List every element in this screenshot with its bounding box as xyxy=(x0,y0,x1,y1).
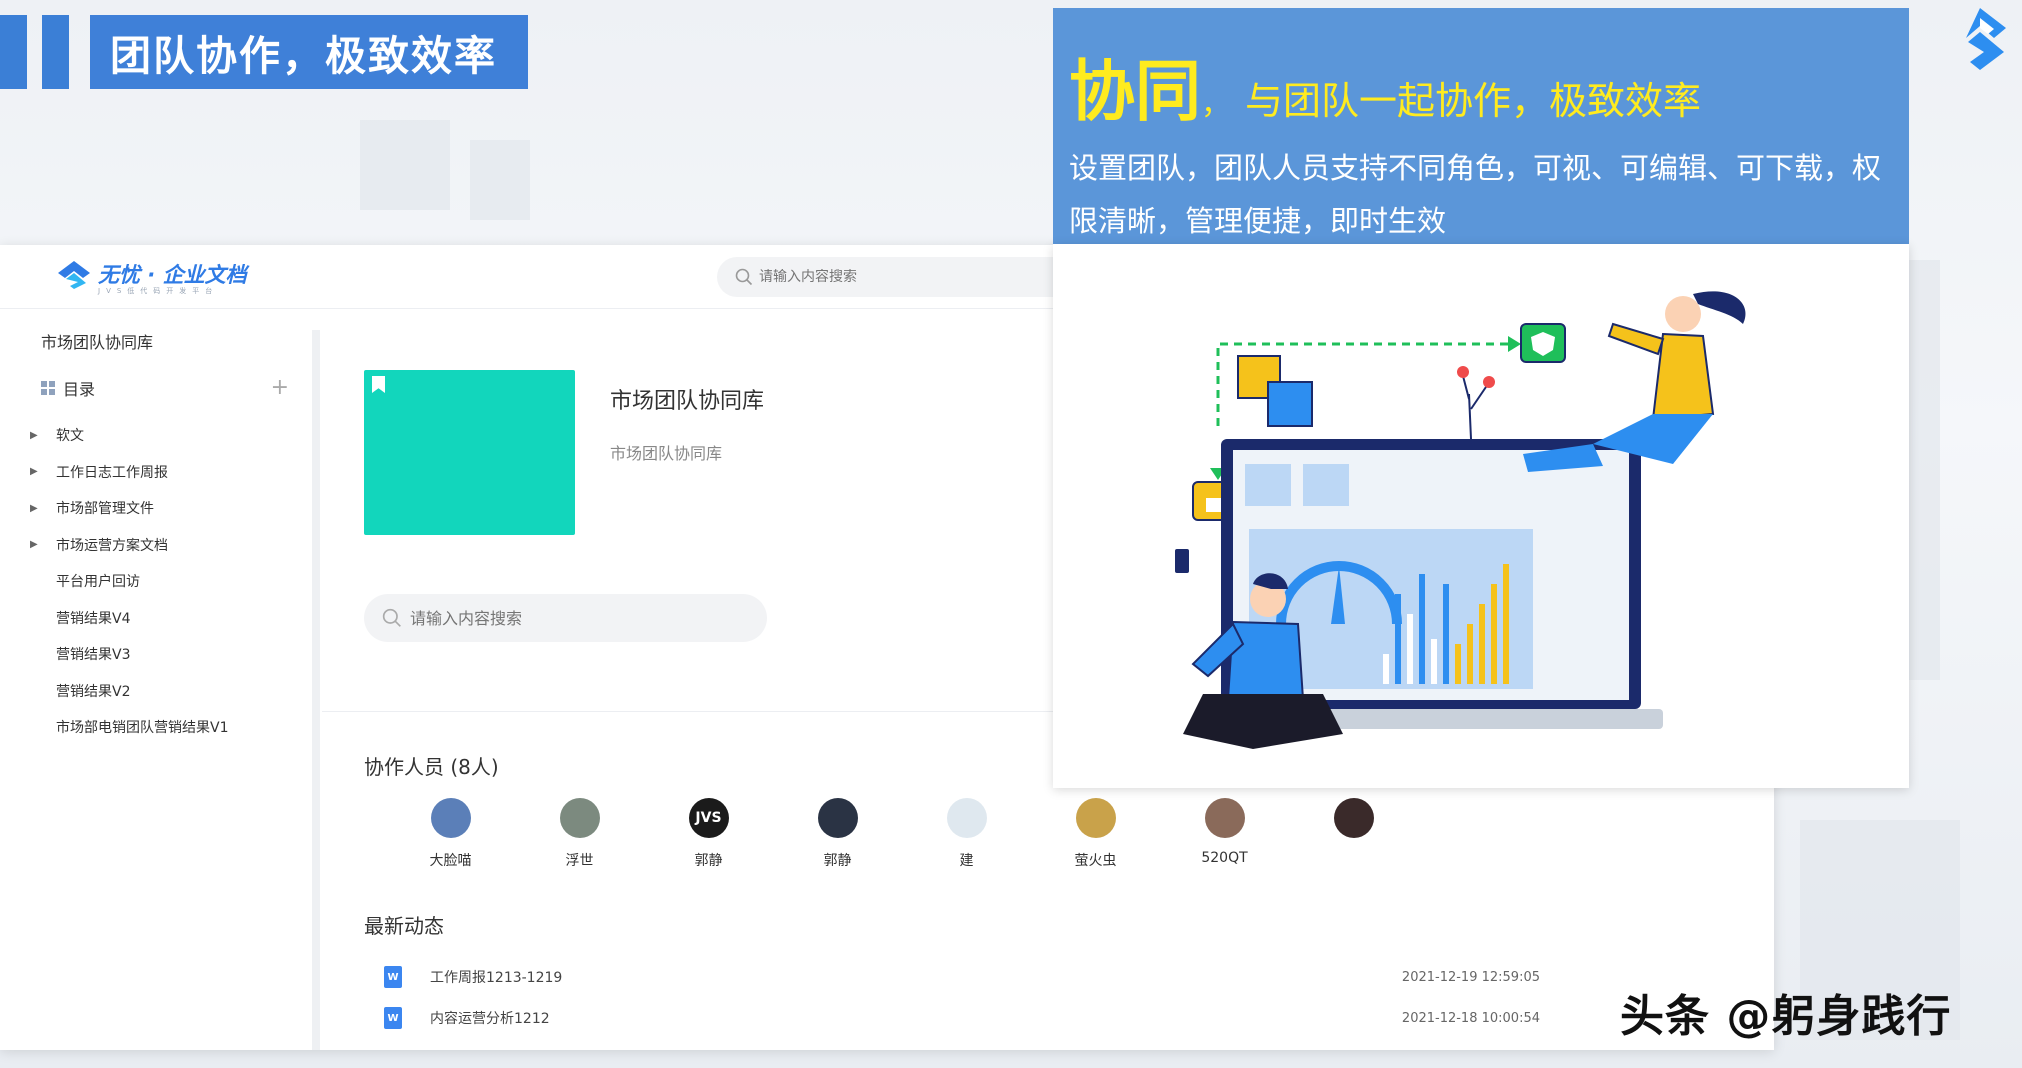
library-cover[interactable] xyxy=(364,370,575,535)
header-search-input[interactable] xyxy=(759,269,1059,285)
library-search-input[interactable] xyxy=(410,608,730,628)
member[interactable] xyxy=(1289,798,1418,870)
tree-item-label: 市场部管理文件 xyxy=(56,501,154,518)
member-name: 浮世 xyxy=(565,853,594,869)
doc-time: 2021-12-18 10:00:54 xyxy=(1401,1010,1540,1026)
avatar[interactable] xyxy=(559,798,600,838)
avatar[interactable] xyxy=(1075,798,1116,838)
member[interactable]: 萤火虫 xyxy=(1031,798,1160,870)
caret-right-icon[interactable]: ▶ xyxy=(30,466,50,477)
members-title: 协作人员 (8人) xyxy=(364,755,499,779)
library-description: 市场团队协同库 xyxy=(610,444,723,463)
tree-item-label: 软文 xyxy=(56,428,84,445)
doc-tree: ▶ 软文 ▶ 工作日志工作周报 ▶ 市场部管理文件 ▶ 市场运营方案文档 平台用户回访 … xyxy=(30,417,310,746)
avatar[interactable] xyxy=(1204,798,1245,838)
info-subtitle: 与团队一起协作，极致效率 xyxy=(1245,79,1702,123)
tree-item-label: 市场部电销团队营销结果V1 xyxy=(56,720,229,737)
tree-item[interactable]: 市场部电销团队营销结果V1 xyxy=(30,709,310,746)
tree-item[interactable]: 营销结果V4 xyxy=(30,600,310,637)
tree-item[interactable]: ▶ 软文 xyxy=(30,417,310,454)
banner-title: 团队协作，极致效率 xyxy=(90,15,528,89)
member-name: 郭静 xyxy=(823,853,852,869)
bookmark-icon xyxy=(372,376,385,393)
word-doc-icon: W xyxy=(384,1007,402,1029)
tree-item-label: 营销结果V4 xyxy=(56,610,131,627)
tree-item[interactable]: 营销结果V2 xyxy=(30,673,310,710)
info-comma: ， xyxy=(1201,87,1231,122)
brand[interactable]: 无忧 · 企业文档 JVS低代码开发平台 xyxy=(56,259,247,295)
tree-item[interactable]: ▶ 市场运营方案文档 xyxy=(30,527,310,564)
member-name: 建 xyxy=(959,853,974,869)
tree-item-label: 营销结果V2 xyxy=(56,683,131,700)
avatar[interactable] xyxy=(430,798,471,838)
add-icon[interactable]: + xyxy=(271,375,289,400)
tree-item-label: 营销结果V3 xyxy=(56,647,131,664)
grid-icon xyxy=(41,380,55,395)
member-name: 520QT xyxy=(1201,850,1248,866)
brand-name: 无忧 · 企业文档 xyxy=(98,263,247,287)
member[interactable]: 大脸喵 xyxy=(386,798,515,870)
brand-tagline: JVS低代码开发平台 xyxy=(98,287,219,295)
brand-icon xyxy=(58,261,90,289)
member-name: 大脸喵 xyxy=(429,853,472,869)
sidebar-library-name[interactable]: 市场团队协同库 xyxy=(41,329,153,353)
tree-item[interactable]: ▶ 市场部管理文件 xyxy=(30,490,310,527)
tree-item-label: 市场运营方案文档 xyxy=(56,537,168,554)
doc-time: 2021-12-19 12:59:05 xyxy=(1401,969,1540,985)
recent-doc-row[interactable]: W 内容运营分析1212 2021-12-18 10:00:54 xyxy=(384,1007,1540,1029)
info-big-title: 协同 xyxy=(1069,53,1201,130)
background-building xyxy=(360,120,450,210)
tree-item[interactable]: 平台用户回访 xyxy=(30,563,310,600)
avatar[interactable] xyxy=(946,798,987,838)
member[interactable]: 520QT xyxy=(1160,798,1289,870)
banner-accent-bar xyxy=(0,15,27,89)
banner-accent-bar xyxy=(42,15,69,89)
info-heading: 协同 ， 与团队一起协作，极致效率 xyxy=(1069,38,1891,134)
sidebar: 市场团队协同库 目录 + ▶ 软文 ▶ 工作日志工作周报 ▶ 市场部管理文件 ▶ 市场运… xyxy=(0,309,322,1050)
collaboration-illustration xyxy=(1053,244,1909,788)
source-watermark: 头条 @躬身践行 xyxy=(1620,991,1952,1042)
caret-right-icon[interactable]: ▶ xyxy=(30,539,50,550)
tree-item[interactable]: ▶ 工作日志工作周报 xyxy=(30,454,310,491)
search-icon xyxy=(382,608,401,627)
member[interactable]: 建 xyxy=(902,798,1031,870)
member-name: 萤火虫 xyxy=(1074,853,1117,869)
search-icon xyxy=(735,268,753,286)
avatar[interactable]: JVS xyxy=(688,798,729,838)
word-doc-icon: W xyxy=(384,966,402,988)
tree-item[interactable]: 营销结果V3 xyxy=(30,636,310,673)
sidebar-resizer[interactable] xyxy=(312,330,320,1050)
member[interactable]: JVS 郭静 xyxy=(644,798,773,870)
tree-item-label: 平台用户回访 xyxy=(56,574,140,591)
background-building xyxy=(470,140,530,220)
member[interactable]: 郭静 xyxy=(773,798,902,870)
doc-name[interactable]: 内容运营分析1212 xyxy=(430,1008,550,1028)
toc-header[interactable]: 目录 + xyxy=(41,375,289,400)
doc-name[interactable]: 工作周报1213-1219 xyxy=(430,967,562,987)
avatar[interactable] xyxy=(817,798,858,838)
library-title: 市场团队协同库 xyxy=(610,389,765,414)
library-search[interactable] xyxy=(364,594,767,642)
avatar[interactable] xyxy=(1333,798,1374,838)
info-panel: 协同 ， 与团队一起协作，极致效率 设置团队，团队人员支持不同角色，可视、可编辑… xyxy=(1053,8,1909,244)
brand-logo-icon xyxy=(1966,8,2006,70)
recent-title: 最新动态 xyxy=(364,914,444,938)
recent-doc-row[interactable]: W 工作周报1213-1219 2021-12-19 12:59:05 xyxy=(384,966,1540,988)
member[interactable]: 浮世 xyxy=(515,798,644,870)
illustration-graphic xyxy=(1175,291,1746,749)
tree-item-label: 工作日志工作周报 xyxy=(56,464,168,481)
toc-label: 目录 xyxy=(63,379,96,399)
members-list: 大脸喵 浮世 JVS 郭静 郭静 建 萤火虫 520QT xyxy=(386,798,1418,870)
caret-right-icon[interactable]: ▶ xyxy=(30,430,50,441)
member-name: 郭静 xyxy=(694,853,723,869)
info-description: 设置团队，团队人员支持不同角色，可视、可编辑、可下载，权限清晰，管理便捷，即时生… xyxy=(1069,151,1882,238)
caret-right-icon[interactable]: ▶ xyxy=(30,503,50,514)
